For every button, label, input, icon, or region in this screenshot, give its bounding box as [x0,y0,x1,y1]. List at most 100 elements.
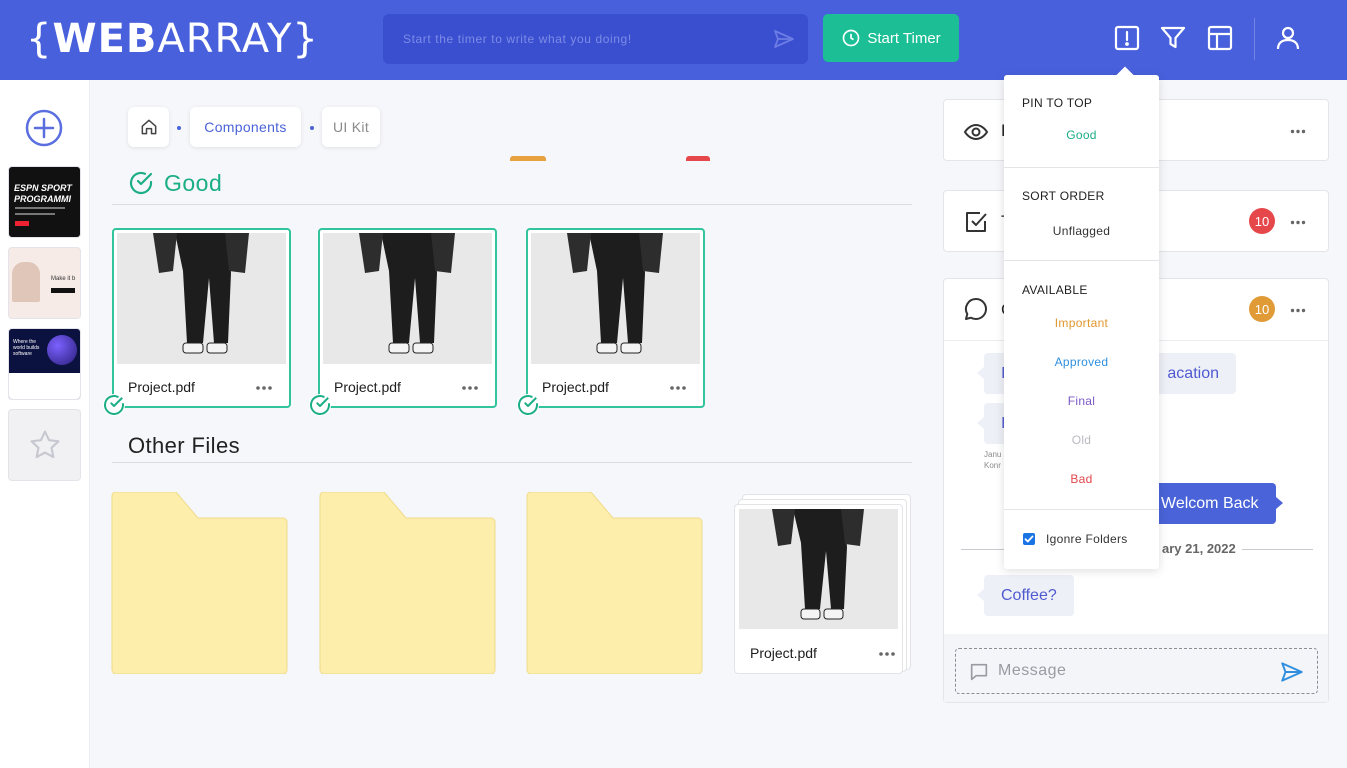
dropdown-item-bad[interactable]: Bad [1004,472,1159,486]
more-options-icon[interactable] [461,385,479,391]
timer-input[interactable] [383,14,763,64]
start-timer-button[interactable]: Start Timer [823,14,959,62]
peek-tag-orange [510,156,546,161]
add-circle-icon[interactable] [24,108,64,148]
thumb-planet [47,335,77,365]
eye-icon [963,123,989,141]
sidebar-thumb-espn[interactable]: ESPN SPORT PROGRAMMI [8,166,81,238]
file-card[interactable]: Project.pdf [517,228,705,416]
pants-image [323,233,492,364]
more-options-icon[interactable] [878,651,896,657]
file-thumbnail [739,509,898,629]
pants-image [531,233,700,364]
send-icon[interactable] [1279,659,1305,685]
filter-icon[interactable] [1159,24,1187,52]
good-section-title: Good [164,170,223,196]
layout-icon[interactable] [1206,24,1234,52]
user-icon[interactable] [1274,24,1302,52]
thumb-text: Where the world builds software [13,339,40,357]
selected-check-icon [517,394,539,416]
file-name: Project.pdf [750,645,817,661]
dropdown-heading-available: AVAILABLE [1022,283,1088,297]
thumb-button [15,221,29,226]
main-content: Components UI Kit Good Project.pdf Proje… [90,80,930,768]
file-thumbnail [531,233,700,364]
breadcrumb-separator [310,126,314,130]
more-options-icon[interactable] [1290,129,1306,134]
peek-tag-red [686,156,710,161]
top-divider [1254,18,1255,60]
dropdown-item-final[interactable]: Final [1004,394,1159,408]
more-options-icon[interactable] [669,385,687,391]
message-input[interactable] [998,649,1268,693]
selected-check-icon [103,394,125,416]
file-card[interactable]: Project.pdf [309,228,497,416]
folder-icon[interactable] [318,492,497,674]
thumb-text: Make it b [51,276,76,282]
dropdown-item-approved[interactable]: Approved [1004,355,1159,369]
more-options-icon[interactable] [255,385,273,391]
bubble-tail [977,417,984,429]
checkbox-icon [966,212,987,232]
bubble-tail [977,589,984,601]
favorites-button[interactable] [8,409,81,481]
top-bar: {WEBARRAY} Start Timer [0,0,1347,80]
bubble-tail [977,367,984,379]
sidebar-thumb-software[interactable]: Where the world builds software [8,328,81,400]
breadcrumb-home[interactable] [128,107,169,147]
alert-icon[interactable] [1113,24,1141,52]
folder-icon[interactable] [525,492,704,674]
dropdown-heading-pin: PIN TO TOP [1022,96,1093,110]
sidebar-thumb-makeit[interactable]: Make it b [8,247,81,319]
filter-dropdown-menu: PIN TO TOP Good SORT ORDER Unflagged AVA… [1004,66,1159,569]
message-icon [970,663,988,681]
message-meta: Janu [984,450,1002,459]
count-badge: 10 [1249,208,1275,234]
ignore-folders-label: Igonre Folders [1046,532,1128,546]
more-options-icon[interactable] [1290,220,1306,225]
ignore-folders-checkbox[interactable] [1023,533,1035,545]
breadcrumb-separator [177,126,181,130]
file-thumbnail [323,233,492,364]
pants-image [117,233,286,364]
count-badge: 10 [1249,296,1275,322]
bubble-tail [1275,497,1283,509]
more-options-icon[interactable] [1290,308,1306,313]
start-timer-label: Start Timer [867,29,941,47]
thumb-text: ESPN SPORT PROGRAMMI [14,183,72,204]
send-icon[interactable] [772,27,796,51]
thumb-footer [9,373,80,399]
file-name: Project.pdf [334,379,401,395]
thumb-figure [12,262,40,302]
message-text: Welcom Back [1161,495,1259,512]
star-icon [29,430,60,459]
check-circle-icon [129,171,153,195]
file-stack-card[interactable]: Project.pdf [734,504,903,674]
breadcrumb-uikit[interactable]: UI Kit [322,107,380,147]
message-composer [944,634,1328,702]
thumb-line [15,207,65,209]
file-thumbnail [117,233,286,364]
dropdown-item-important[interactable]: Important [1004,316,1159,330]
good-section-header: Good [112,165,912,205]
file-card[interactable]: Project.pdf [103,228,291,416]
message-input-box[interactable] [955,648,1318,694]
message-meta: Konr [984,461,1001,470]
dropdown-item-unflagged[interactable]: Unflagged [1004,224,1159,238]
chat-icon [964,297,987,321]
file-name: Project.pdf [542,379,609,395]
logo[interactable]: {WEBARRAY} [26,16,319,62]
message-text: acation [1167,365,1219,382]
dropdown-divider [1004,509,1159,510]
other-files-header: Other Files [112,423,912,463]
date-label: ary 21, 2022 [1156,541,1242,556]
left-sidebar: ESPN SPORT PROGRAMMI Make it b Where the… [0,80,90,768]
timer-input-box[interactable] [383,14,808,64]
clock-icon [842,29,860,47]
dropdown-item-good[interactable]: Good [1004,128,1159,142]
other-files-title: Other Files [128,433,240,458]
breadcrumb-components[interactable]: Components [190,107,301,147]
chat-message-own: Welcom Back [1144,483,1283,524]
dropdown-item-old[interactable]: Old [1004,433,1159,447]
folder-icon[interactable] [110,492,289,674]
